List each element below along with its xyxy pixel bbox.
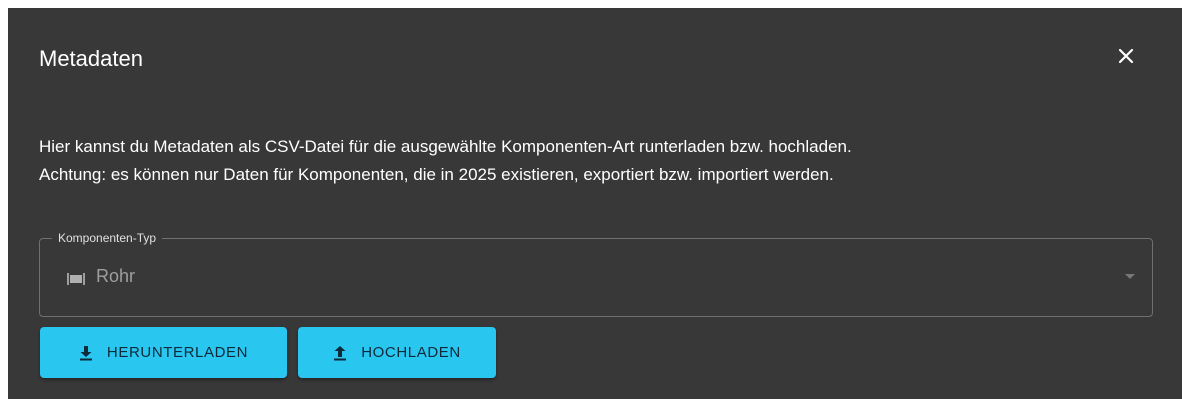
component-type-label: Komponenten-Typ: [52, 230, 163, 246]
download-button-label: HERUNTERLADEN: [106, 344, 249, 361]
description-line-1: Hier kannst du Metadaten als CSV-Datei f…: [39, 137, 852, 156]
upload-button-label: HOCHLADEN: [361, 344, 461, 361]
component-type-value-wrapper: Rohr: [66, 266, 135, 287]
caret-down-icon[interactable]: [1125, 274, 1135, 279]
pipe-icon: [66, 270, 86, 285]
download-button[interactable]: HERUNTERLADEN: [40, 327, 287, 378]
description-line-2: Achtung: es können nur Daten für Kompone…: [39, 165, 834, 184]
download-icon: [79, 345, 93, 361]
component-type-value: Rohr: [96, 266, 136, 286]
upload-icon: [333, 345, 347, 361]
dialog-description: Hier kannst du Metadaten als CSV-Datei f…: [39, 133, 1149, 189]
dialog-title: Metadaten: [39, 46, 143, 71]
component-type-select[interactable]: Komponenten-Typ Rohr: [39, 230, 1153, 317]
close-button[interactable]: [1108, 44, 1144, 72]
metadata-dialog: Metadaten Hier kannst du Metadaten als C…: [8, 8, 1182, 399]
upload-button[interactable]: HOCHLADEN: [298, 327, 496, 378]
close-icon: [1118, 48, 1134, 69]
